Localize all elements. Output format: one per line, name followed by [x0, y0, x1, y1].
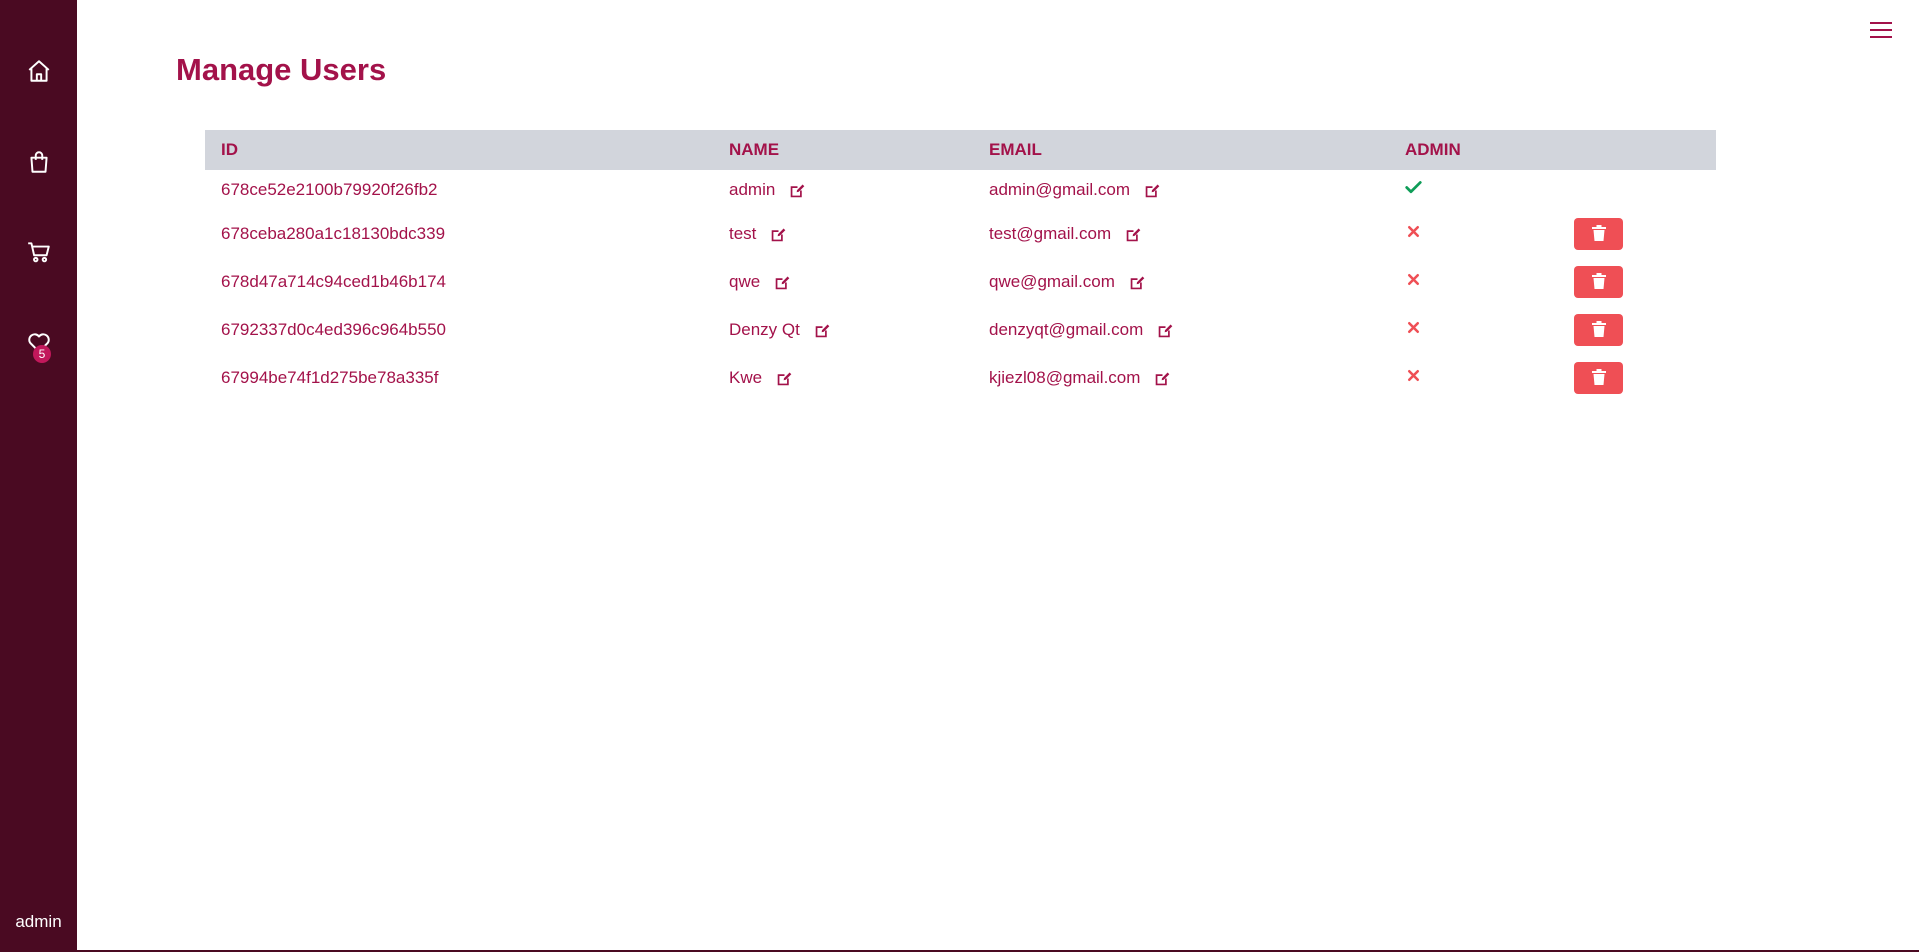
edit-email-icon[interactable]: [1144, 182, 1161, 199]
column-header-name: NAME: [729, 140, 780, 159]
user-id-cell: 6792337d0c4ed396c964b550: [205, 306, 713, 354]
user-id: 678d47a714c94ced1b46b174: [221, 272, 447, 291]
user-id: 67994be74f1d275be78a335f: [221, 368, 439, 387]
user-name-cell: Kwe: [713, 354, 973, 402]
user-id: 678ce52e2100b79920f26fb2: [221, 180, 438, 199]
trash-icon: [1591, 272, 1606, 292]
edit-name-icon[interactable]: [776, 370, 793, 387]
column-header-actions: [1558, 130, 1716, 170]
column-header-admin: ADMIN: [1405, 140, 1461, 159]
user-admin-cell: [1389, 306, 1558, 354]
user-actions-cell: [1558, 210, 1716, 258]
shopping-bag-icon: [29, 151, 48, 173]
user-id: 6792337d0c4ed396c964b550: [221, 320, 447, 339]
user-name: Kwe: [729, 368, 763, 387]
user-id-cell: 678ceba280a1c18130bdc339: [205, 210, 713, 258]
hamburger-menu-icon[interactable]: [1870, 22, 1892, 42]
user-name-cell: admin: [713, 170, 973, 210]
table-row: 6792337d0c4ed396c964b550 Denzy Qt denzyqt@…: [205, 306, 1716, 354]
user-email-cell: kjiezl08@gmail.com: [973, 354, 1389, 402]
user-name: test: [729, 224, 757, 243]
edit-email-icon[interactable]: [1157, 322, 1174, 339]
user-name-cell: qwe: [713, 258, 973, 306]
edit-name-icon[interactable]: [770, 226, 787, 243]
user-id-cell: 67994be74f1d275be78a335f: [205, 354, 713, 402]
user-actions-cell: [1558, 354, 1716, 402]
x-icon: [1405, 223, 1422, 240]
table-row: 67994be74f1d275be78a335f Kwe kjiezl08@gmai…: [205, 354, 1716, 402]
user-id-cell: 678ce52e2100b79920f26fb2: [205, 170, 713, 210]
page-title: Manage Users: [176, 52, 387, 87]
user-actions-cell: [1558, 258, 1716, 306]
trash-icon: [1591, 368, 1606, 388]
delete-user-button[interactable]: [1574, 266, 1623, 298]
user-email-cell: qwe@gmail.com: [973, 258, 1389, 306]
user-admin-cell: [1389, 258, 1558, 306]
sidebar-username[interactable]: admin: [0, 912, 77, 932]
users-table: ID NAME EMAIL ADMIN 678ce52e2100b79920f2…: [205, 130, 1716, 402]
user-email-cell: test@gmail.com: [973, 210, 1389, 258]
user-actions-cell: [1558, 170, 1716, 210]
user-admin-cell: [1389, 170, 1558, 210]
edit-email-icon[interactable]: [1154, 370, 1171, 387]
user-name-cell: test: [713, 210, 973, 258]
x-icon: [1405, 367, 1422, 384]
user-admin-cell: [1389, 210, 1558, 258]
delete-user-button[interactable]: [1574, 314, 1623, 346]
edit-name-icon[interactable]: [814, 322, 831, 339]
nav-favorites[interactable]: 5: [0, 323, 77, 363]
sidebar: 5 admin: [0, 0, 77, 950]
user-name: Denzy Qt: [729, 320, 800, 339]
user-email: admin@gmail.com: [989, 180, 1131, 199]
nav-shop[interactable]: [0, 142, 77, 182]
edit-email-icon[interactable]: [1129, 274, 1146, 291]
edit-email-icon[interactable]: [1125, 226, 1142, 243]
user-email-cell: denzyqt@gmail.com: [973, 306, 1389, 354]
trash-icon: [1591, 224, 1606, 244]
cart-icon: [27, 242, 50, 263]
x-icon: [1405, 319, 1422, 336]
user-email: kjiezl08@gmail.com: [989, 368, 1141, 387]
table-row: 678d47a714c94ced1b46b174 qwe qwe@gmail.com: [205, 258, 1716, 306]
edit-name-icon[interactable]: [789, 182, 806, 199]
table-header-row: ID NAME EMAIL ADMIN: [205, 130, 1716, 170]
check-icon: [1405, 179, 1422, 196]
user-id: 678ceba280a1c18130bdc339: [221, 224, 446, 243]
x-icon: [1405, 271, 1422, 288]
user-name-cell: Denzy Qt: [713, 306, 973, 354]
edit-name-icon[interactable]: [774, 274, 791, 291]
wishlist-count-badge: 5: [33, 345, 51, 363]
nav-cart[interactable]: [0, 232, 77, 272]
user-email: test@gmail.com: [989, 224, 1112, 243]
user-email: qwe@gmail.com: [989, 272, 1115, 291]
user-id-cell: 678d47a714c94ced1b46b174: [205, 258, 713, 306]
trash-icon: [1591, 320, 1606, 340]
home-icon: [28, 60, 49, 82]
user-actions-cell: [1558, 306, 1716, 354]
column-header-email: EMAIL: [989, 140, 1042, 159]
user-email-cell: admin@gmail.com: [973, 170, 1389, 210]
user-name: qwe: [729, 272, 761, 291]
table-row: 678ceba280a1c18130bdc339 test test@gmail.c…: [205, 210, 1716, 258]
delete-user-button[interactable]: [1574, 362, 1623, 394]
user-name: admin: [729, 180, 776, 199]
nav-home[interactable]: [0, 51, 77, 91]
column-header-id: ID: [221, 140, 238, 159]
delete-user-button[interactable]: [1574, 218, 1623, 250]
table-row: 678ce52e2100b79920f26fb2 admin admin@gmail…: [205, 170, 1716, 210]
user-email: denzyqt@gmail.com: [989, 320, 1144, 339]
user-admin-cell: [1389, 354, 1558, 402]
